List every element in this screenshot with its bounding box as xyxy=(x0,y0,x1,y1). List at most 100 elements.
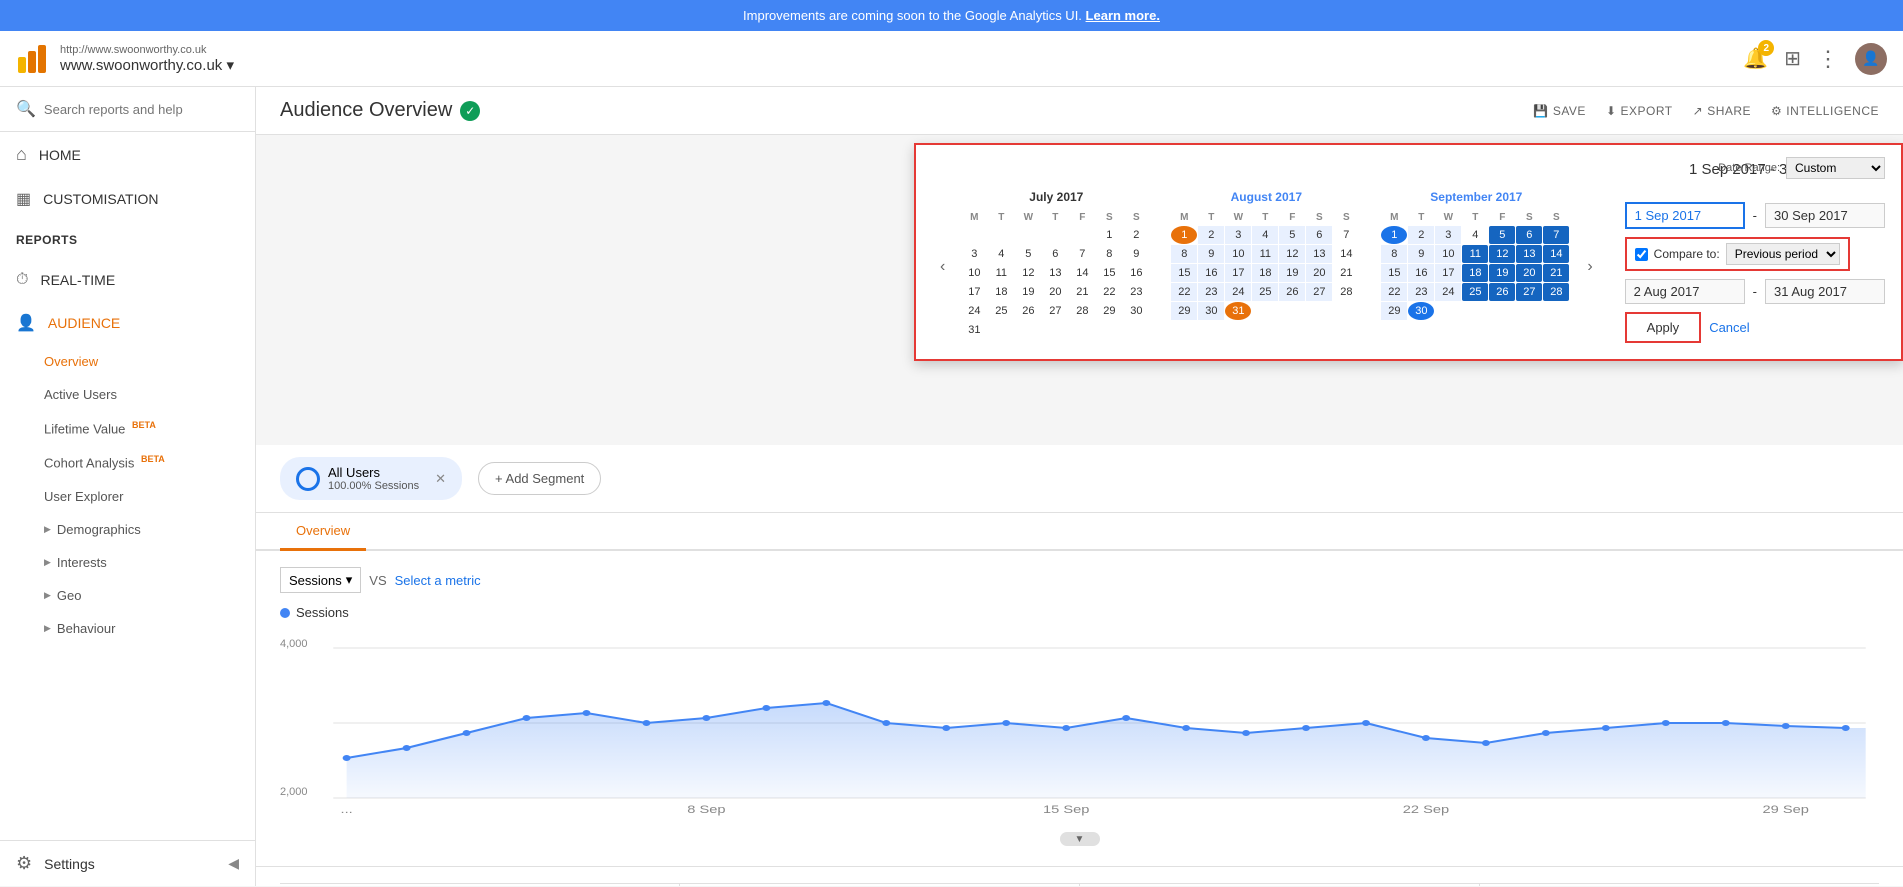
cal-cell-aug-10[interactable]: 10 xyxy=(1225,245,1251,263)
cal-cell-aug-13[interactable]: 13 xyxy=(1306,245,1332,263)
ga-logo[interactable] xyxy=(16,43,48,75)
cal-cell-sep-4[interactable]: 4 xyxy=(1462,226,1488,244)
end-date-input[interactable] xyxy=(1765,203,1885,228)
sidebar-item-behaviour[interactable]: ▶ Behaviour xyxy=(0,612,255,645)
cal-cell-jul-29[interactable]: 29 xyxy=(1096,302,1122,320)
cal-cell-jul-30[interactable]: 30 xyxy=(1123,302,1149,320)
compare-dropdown[interactable]: Previous period Previous year xyxy=(1726,243,1840,265)
cal-cell-jul-19[interactable]: 19 xyxy=(1015,283,1041,301)
cal-cell-jul-1[interactable]: 1 xyxy=(1096,226,1122,244)
cal-cell-sep-8[interactable]: 8 xyxy=(1381,245,1407,263)
cal-cell-aug-16[interactable]: 16 xyxy=(1198,264,1224,282)
add-segment-button[interactable]: + Add Segment xyxy=(478,462,601,495)
search-input[interactable] xyxy=(44,102,239,117)
all-users-segment[interactable]: All Users 100.00% Sessions ✕ xyxy=(280,457,462,500)
cal-cell-sep-7[interactable]: 7 xyxy=(1543,226,1569,244)
cal-cell-jul-5[interactable]: 5 xyxy=(1015,245,1041,263)
cal-cell-sep-11[interactable]: 11 xyxy=(1462,245,1488,263)
cal-cell-jul-23[interactable]: 23 xyxy=(1123,283,1149,301)
cal-cell-sep-22[interactable]: 22 xyxy=(1381,283,1407,301)
compare-end-date-input[interactable] xyxy=(1765,279,1885,304)
cal-cell-sep-27[interactable]: 27 xyxy=(1516,283,1542,301)
cal-cell-jul-27[interactable]: 27 xyxy=(1042,302,1068,320)
cal-cell-sep-6[interactable]: 6 xyxy=(1516,226,1542,244)
cal-cell-sep-21[interactable]: 21 xyxy=(1543,264,1569,282)
cal-cell-jul-15[interactable]: 15 xyxy=(1096,264,1122,282)
cal-cell-sep-26[interactable]: 26 xyxy=(1489,283,1515,301)
cal-cell-jul-4[interactable]: 4 xyxy=(988,245,1014,263)
collapse-sidebar-btn[interactable]: ◀ xyxy=(228,855,239,872)
cal-cell-aug-28[interactable]: 28 xyxy=(1333,283,1359,301)
cal-cell-aug-15[interactable]: 15 xyxy=(1171,264,1197,282)
search-bar[interactable]: 🔍 xyxy=(0,87,255,132)
notifications-icon[interactable]: 🔔 2 xyxy=(1743,46,1768,71)
cal-cell-sep-13[interactable]: 13 xyxy=(1516,245,1542,263)
cal-cell-sep-3[interactable]: 3 xyxy=(1435,226,1461,244)
cal-cell-sep-10[interactable]: 10 xyxy=(1435,245,1461,263)
site-url-big[interactable]: www.swoonworthy.co.uk ▾ xyxy=(60,56,1743,74)
select-metric-link[interactable]: Select a metric xyxy=(395,573,481,588)
cal-cell-aug-3[interactable]: 3 xyxy=(1225,226,1251,244)
apply-button[interactable]: Apply xyxy=(1625,312,1702,343)
cal-cell-jul-12[interactable]: 12 xyxy=(1015,264,1041,282)
cal-cell-jul-10[interactable]: 10 xyxy=(961,264,987,282)
cal-cell-jul-14[interactable]: 14 xyxy=(1069,264,1095,282)
cal-cell-jul-8[interactable]: 8 xyxy=(1096,245,1122,263)
cal-cell-jul-31[interactable]: 31 xyxy=(961,321,987,339)
cal-cell-sep-16[interactable]: 16 xyxy=(1408,264,1434,282)
user-avatar[interactable]: 👤 xyxy=(1855,43,1887,75)
cal-cell-jul-25[interactable]: 25 xyxy=(988,302,1014,320)
tab-overview[interactable]: Overview xyxy=(280,513,366,551)
cal-cell-jul-28[interactable]: 28 xyxy=(1069,302,1095,320)
cal-cell-sep-2[interactable]: 2 xyxy=(1408,226,1434,244)
cal-cell-aug-22[interactable]: 22 xyxy=(1171,283,1197,301)
cal-cell-sep-28[interactable]: 28 xyxy=(1543,283,1569,301)
cal-cell-aug-20[interactable]: 20 xyxy=(1306,264,1332,282)
cal-cell-aug-7[interactable]: 7 xyxy=(1333,226,1359,244)
export-button[interactable]: ⬇ EXPORT xyxy=(1606,104,1673,118)
intelligence-button[interactable]: ⚙ INTELLIGENCE xyxy=(1771,104,1879,118)
cal-cell-jul-13[interactable]: 13 xyxy=(1042,264,1068,282)
cal-cell-aug-29[interactable]: 29 xyxy=(1171,302,1197,320)
announcement-link[interactable]: Learn more. xyxy=(1086,8,1160,23)
cal-cell-sep-23[interactable]: 23 xyxy=(1408,283,1434,301)
cal-cell-jul-3[interactable]: 3 xyxy=(961,245,987,263)
cal-cell-jul-22[interactable]: 22 xyxy=(1096,283,1122,301)
cancel-link[interactable]: Cancel xyxy=(1709,320,1749,335)
cal-cell-jul-16[interactable]: 16 xyxy=(1123,264,1149,282)
cal-cell-aug-8[interactable]: 8 xyxy=(1171,245,1197,263)
metric-dropdown[interactable]: Sessions ▾ xyxy=(280,567,361,593)
cal-cell-aug-11[interactable]: 11 xyxy=(1252,245,1278,263)
cal-cell-aug-26[interactable]: 26 xyxy=(1279,283,1305,301)
sidebar-item-home[interactable]: ⌂ HOME xyxy=(0,132,255,177)
cal-cell-aug-17[interactable]: 17 xyxy=(1225,264,1251,282)
cal-cell-aug-31[interactable]: 31 xyxy=(1225,302,1251,320)
cal-cell-sep-12[interactable]: 12 xyxy=(1489,245,1515,263)
cal-cell-aug-21[interactable]: 21 xyxy=(1333,264,1359,282)
more-options-icon[interactable]: ⋮ xyxy=(1817,46,1839,72)
cal-cell-jul-26[interactable]: 26 xyxy=(1015,302,1041,320)
sidebar-item-customisation[interactable]: ▦ CUSTOMISATION xyxy=(0,177,255,221)
cal-cell-sep-20[interactable]: 20 xyxy=(1516,264,1542,282)
cal-cell-aug-6[interactable]: 6 xyxy=(1306,226,1332,244)
cal-cell-sep-25[interactable]: 25 xyxy=(1462,283,1488,301)
date-range-dropdown[interactable]: Custom Today Yesterday Last 7 days Last … xyxy=(1786,157,1885,179)
cal-cell-jul-7[interactable]: 7 xyxy=(1069,245,1095,263)
calendar-prev-btn[interactable]: ‹ xyxy=(932,254,953,280)
sidebar-item-active-users[interactable]: Active Users xyxy=(0,378,255,411)
cal-cell-aug-18[interactable]: 18 xyxy=(1252,264,1278,282)
cal-cell-aug-19[interactable]: 19 xyxy=(1279,264,1305,282)
save-button[interactable]: 💾 SAVE xyxy=(1533,104,1586,118)
cal-cell-aug-12[interactable]: 12 xyxy=(1279,245,1305,263)
cal-cell-aug-2[interactable]: 2 xyxy=(1198,226,1224,244)
cal-cell-aug-14[interactable]: 14 xyxy=(1333,245,1359,263)
cal-cell-jul-24[interactable]: 24 xyxy=(961,302,987,320)
cal-cell-jul-6[interactable]: 6 xyxy=(1042,245,1068,263)
sidebar-item-cohort-analysis[interactable]: Cohort Analysis BETA xyxy=(0,445,255,479)
sidebar-item-interests[interactable]: ▶ Interests xyxy=(0,546,255,579)
cal-cell-sep-5[interactable]: 5 xyxy=(1489,226,1515,244)
cal-cell-sep-19[interactable]: 19 xyxy=(1489,264,1515,282)
cal-cell-aug-25[interactable]: 25 xyxy=(1252,283,1278,301)
cal-cell-sep-17[interactable]: 17 xyxy=(1435,264,1461,282)
calendar-next-btn[interactable]: › xyxy=(1579,254,1600,280)
